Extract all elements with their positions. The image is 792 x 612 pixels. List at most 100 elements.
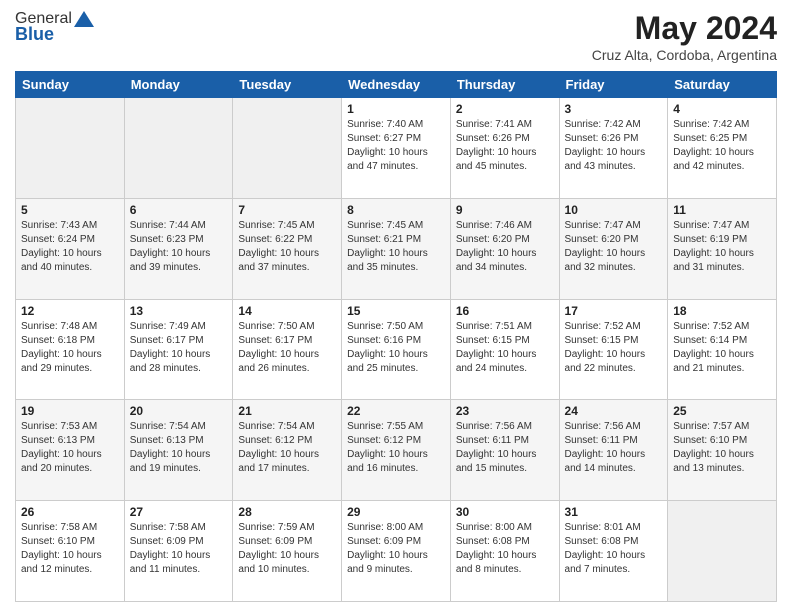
day-info: Sunrise: 7:56 AMSunset: 6:11 PMDaylight:… bbox=[456, 420, 554, 476]
table-row: 29 Sunrise: 8:00 AMSunset: 6:09 PMDayligh… bbox=[342, 501, 451, 602]
table-row: 18Sunrise: 7:52 AMSunset: 6:14 PMDayligh… bbox=[668, 299, 777, 400]
table-row: 27 Sunrise: 7:58 AMSunset: 6:09 PMDayligh… bbox=[124, 501, 233, 602]
table-row: 1Sunrise: 7:40 AMSunset: 6:27 PMDaylight… bbox=[342, 98, 451, 199]
table-row: 3Sunrise: 7:42 AMSunset: 6:26 PMDaylight… bbox=[559, 98, 668, 199]
day-info: Sunrise: 8:00 AMSunset: 6:08 PMDaylight:… bbox=[456, 521, 554, 577]
calendar-week-row: 5Sunrise: 7:43 AMSunset: 6:24 PMDaylight… bbox=[16, 198, 777, 299]
day-number: 18 bbox=[673, 304, 771, 318]
table-row: 31Sunrise: 8:01 AMSunset: 6:08 PMDayligh… bbox=[559, 501, 668, 602]
calendar-week-row: 12 Sunrise: 7:48 AMSunset: 6:18 PMDayligh… bbox=[16, 299, 777, 400]
day-info: Sunrise: 7:50 AMSunset: 6:17 PMDaylight:… bbox=[238, 320, 336, 376]
day-info: Sunrise: 7:47 AMSunset: 6:19 PMDaylight:… bbox=[673, 219, 771, 275]
table-row: 10 Sunrise: 7:47 AMSunset: 6:20 PMDayligh… bbox=[559, 198, 668, 299]
location-subtitle: Cruz Alta, Cordoba, Argentina bbox=[592, 47, 777, 63]
day-info: Sunrise: 8:00 AMSunset: 6:09 PMDaylight:… bbox=[347, 521, 445, 577]
day-info: Sunrise: 7:55 AMSunset: 6:12 PMDaylight:… bbox=[347, 420, 445, 476]
day-number: 16 bbox=[456, 304, 554, 318]
table-row: 11Sunrise: 7:47 AMSunset: 6:19 PMDayligh… bbox=[668, 198, 777, 299]
day-number: 1 bbox=[347, 102, 445, 116]
day-info: Sunrise: 7:58 AMSunset: 6:09 PMDaylight:… bbox=[130, 521, 228, 577]
day-info: Sunrise: 7:41 AMSunset: 6:26 PMDaylight:… bbox=[456, 118, 554, 174]
table-row: 5Sunrise: 7:43 AMSunset: 6:24 PMDaylight… bbox=[16, 198, 125, 299]
table-row bbox=[668, 501, 777, 602]
day-info: Sunrise: 7:48 AMSunset: 6:18 PMDaylight:… bbox=[21, 320, 119, 376]
calendar-week-row: 1Sunrise: 7:40 AMSunset: 6:27 PMDaylight… bbox=[16, 98, 777, 199]
day-info: Sunrise: 7:43 AMSunset: 6:24 PMDaylight:… bbox=[21, 219, 119, 275]
day-number: 4 bbox=[673, 102, 771, 116]
day-info: Sunrise: 7:51 AMSunset: 6:15 PMDaylight:… bbox=[456, 320, 554, 376]
table-row: 23 Sunrise: 7:56 AMSunset: 6:11 PMDayligh… bbox=[450, 400, 559, 501]
day-info: Sunrise: 7:57 AMSunset: 6:10 PMDaylight:… bbox=[673, 420, 771, 476]
col-friday: Friday bbox=[559, 72, 668, 98]
day-number: 19 bbox=[21, 404, 119, 418]
day-info: Sunrise: 7:46 AMSunset: 6:20 PMDaylight:… bbox=[456, 219, 554, 275]
table-row: 24 Sunrise: 7:56 AMSunset: 6:11 PMDayligh… bbox=[559, 400, 668, 501]
table-row: 14 Sunrise: 7:50 AMSunset: 6:17 PMDayligh… bbox=[233, 299, 342, 400]
day-info: Sunrise: 7:42 AMSunset: 6:26 PMDaylight:… bbox=[565, 118, 663, 174]
col-thursday: Thursday bbox=[450, 72, 559, 98]
calendar-week-row: 26 Sunrise: 7:58 AMSunset: 6:10 PMDayligh… bbox=[16, 501, 777, 602]
table-row: 28 Sunrise: 7:59 AMSunset: 6:09 PMDayligh… bbox=[233, 501, 342, 602]
day-number: 17 bbox=[565, 304, 663, 318]
day-number: 9 bbox=[456, 203, 554, 217]
day-number: 13 bbox=[130, 304, 228, 318]
col-tuesday: Tuesday bbox=[233, 72, 342, 98]
day-number: 30 bbox=[456, 505, 554, 519]
day-number: 2 bbox=[456, 102, 554, 116]
day-number: 6 bbox=[130, 203, 228, 217]
day-info: Sunrise: 7:58 AMSunset: 6:10 PMDaylight:… bbox=[21, 521, 119, 577]
day-info: Sunrise: 7:50 AMSunset: 6:16 PMDaylight:… bbox=[347, 320, 445, 376]
table-row bbox=[233, 98, 342, 199]
day-number: 26 bbox=[21, 505, 119, 519]
day-number: 10 bbox=[565, 203, 663, 217]
month-year-title: May 2024 bbox=[592, 10, 777, 47]
day-info: Sunrise: 7:45 AMSunset: 6:22 PMDaylight:… bbox=[238, 219, 336, 275]
day-info: Sunrise: 8:01 AMSunset: 6:08 PMDaylight:… bbox=[565, 521, 663, 577]
logo-blue-text: Blue bbox=[15, 24, 54, 45]
day-number: 21 bbox=[238, 404, 336, 418]
table-row: 13 Sunrise: 7:49 AMSunset: 6:17 PMDayligh… bbox=[124, 299, 233, 400]
day-info: Sunrise: 7:47 AMSunset: 6:20 PMDaylight:… bbox=[565, 219, 663, 275]
table-row: 12 Sunrise: 7:48 AMSunset: 6:18 PMDayligh… bbox=[16, 299, 125, 400]
logo: General Blue bbox=[15, 10, 96, 45]
day-info: Sunrise: 7:54 AMSunset: 6:13 PMDaylight:… bbox=[130, 420, 228, 476]
calendar-table: Sunday Monday Tuesday Wednesday Thursday… bbox=[15, 71, 777, 602]
day-number: 29 bbox=[347, 505, 445, 519]
col-monday: Monday bbox=[124, 72, 233, 98]
day-number: 14 bbox=[238, 304, 336, 318]
col-saturday: Saturday bbox=[668, 72, 777, 98]
day-number: 24 bbox=[565, 404, 663, 418]
day-number: 27 bbox=[130, 505, 228, 519]
day-number: 25 bbox=[673, 404, 771, 418]
day-info: Sunrise: 7:59 AMSunset: 6:09 PMDaylight:… bbox=[238, 521, 336, 577]
table-row: 6Sunrise: 7:44 AMSunset: 6:23 PMDaylight… bbox=[124, 198, 233, 299]
day-number: 22 bbox=[347, 404, 445, 418]
col-sunday: Sunday bbox=[16, 72, 125, 98]
logo-icon bbox=[74, 11, 94, 27]
calendar-week-row: 19Sunrise: 7:53 AMSunset: 6:13 PMDayligh… bbox=[16, 400, 777, 501]
table-row: 26 Sunrise: 7:58 AMSunset: 6:10 PMDayligh… bbox=[16, 501, 125, 602]
title-section: May 2024 Cruz Alta, Cordoba, Argentina bbox=[592, 10, 777, 63]
header: General Blue May 2024 Cruz Alta, Cordoba… bbox=[15, 10, 777, 63]
table-row: 21 Sunrise: 7:54 AMSunset: 6:12 PMDayligh… bbox=[233, 400, 342, 501]
day-info: Sunrise: 7:54 AMSunset: 6:12 PMDaylight:… bbox=[238, 420, 336, 476]
table-row: 17Sunrise: 7:52 AMSunset: 6:15 PMDayligh… bbox=[559, 299, 668, 400]
table-row: 20Sunrise: 7:54 AMSunset: 6:13 PMDayligh… bbox=[124, 400, 233, 501]
table-row: 22 Sunrise: 7:55 AMSunset: 6:12 PMDayligh… bbox=[342, 400, 451, 501]
calendar-header-row: Sunday Monday Tuesday Wednesday Thursday… bbox=[16, 72, 777, 98]
table-row: 19Sunrise: 7:53 AMSunset: 6:13 PMDayligh… bbox=[16, 400, 125, 501]
table-row bbox=[124, 98, 233, 199]
day-info: Sunrise: 7:49 AMSunset: 6:17 PMDaylight:… bbox=[130, 320, 228, 376]
day-number: 23 bbox=[456, 404, 554, 418]
table-row: 8Sunrise: 7:45 AMSunset: 6:21 PMDaylight… bbox=[342, 198, 451, 299]
table-row: 7Sunrise: 7:45 AMSunset: 6:22 PMDaylight… bbox=[233, 198, 342, 299]
table-row: 2 Sunrise: 7:41 AMSunset: 6:26 PMDaylight… bbox=[450, 98, 559, 199]
day-info: Sunrise: 7:56 AMSunset: 6:11 PMDaylight:… bbox=[565, 420, 663, 476]
day-number: 15 bbox=[347, 304, 445, 318]
day-number: 8 bbox=[347, 203, 445, 217]
day-number: 12 bbox=[21, 304, 119, 318]
col-wednesday: Wednesday bbox=[342, 72, 451, 98]
table-row: 4Sunrise: 7:42 AMSunset: 6:25 PMDaylight… bbox=[668, 98, 777, 199]
table-row: 30 Sunrise: 8:00 AMSunset: 6:08 PMDayligh… bbox=[450, 501, 559, 602]
day-number: 28 bbox=[238, 505, 336, 519]
